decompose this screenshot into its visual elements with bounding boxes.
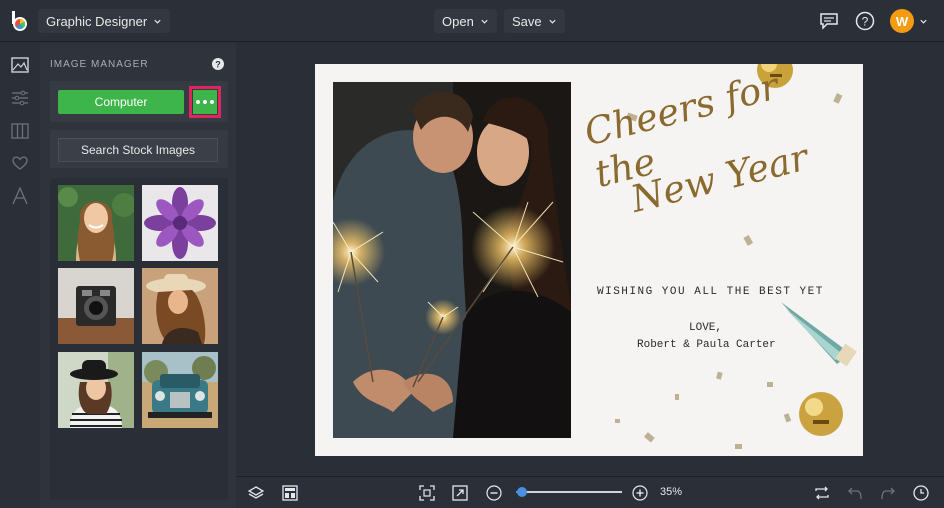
dot-icon — [196, 100, 200, 104]
save-menu-label: Save — [512, 13, 542, 29]
vintage-camera-photo — [58, 268, 134, 344]
rail-item-adjust[interactable] — [9, 87, 31, 109]
minus-circle-icon — [486, 485, 502, 501]
swap-icon — [815, 486, 829, 500]
subtitle-text[interactable]: WISHING YOU ALL THE BEST YET — [597, 286, 824, 298]
fit-to-screen-button[interactable] — [418, 484, 436, 502]
panel-title: IMAGE MANAGER — [50, 59, 149, 70]
thumbnail-woman-black-hat[interactable] — [58, 352, 134, 428]
text-icon — [12, 187, 28, 205]
layers-icon — [248, 486, 264, 499]
woman-in-hat-photo — [142, 268, 218, 344]
layout-template-button[interactable] — [281, 484, 299, 502]
redo-button[interactable] — [879, 484, 897, 502]
image-icon — [11, 57, 29, 73]
sliders-icon — [12, 90, 28, 106]
gold-bell-icon — [799, 392, 843, 436]
befunky-logo-icon[interactable] — [8, 9, 32, 33]
help-button[interactable]: ? — [853, 9, 877, 33]
design-canvas[interactable]: Cheers for the New Year WISHING YOU ALL … — [315, 64, 863, 456]
user-avatar[interactable]: W — [890, 9, 914, 33]
plus-circle-icon — [632, 485, 648, 501]
zoom-slider-track[interactable] — [516, 491, 622, 493]
thumbnail-woman-in-hat[interactable] — [142, 268, 218, 344]
layers-button[interactable] — [247, 484, 265, 502]
save-menu-button[interactable]: Save — [504, 9, 565, 33]
search-stock-images-button[interactable]: Search Stock Images — [58, 138, 218, 162]
rail-item-image-manager[interactable] — [9, 54, 31, 76]
love-text[interactable]: LOVE, — [689, 322, 722, 334]
smiling-woman-photo — [58, 185, 134, 261]
rail-item-text[interactable] — [9, 185, 31, 207]
tool-rail — [0, 43, 40, 508]
rail-item-graphics[interactable] — [9, 152, 31, 174]
vintage-truck-photo — [142, 352, 218, 428]
layout-icon — [11, 123, 29, 139]
svg-text:?: ? — [215, 60, 221, 70]
more-options-highlight — [189, 86, 221, 118]
project-menu-button[interactable]: Graphic Designer — [38, 9, 171, 33]
template-icon — [282, 485, 298, 501]
signature-text[interactable]: Robert & Paula Carter — [637, 339, 776, 351]
actual-size-button[interactable] — [451, 484, 469, 502]
computer-upload-button[interactable]: Computer — [58, 90, 184, 114]
project-menu-label: Graphic Designer — [46, 13, 148, 29]
history-button[interactable] — [912, 484, 930, 502]
zoom-in-button[interactable] — [631, 484, 649, 502]
thumbnail-vintage-camera[interactable] — [58, 268, 134, 344]
clock-icon — [913, 485, 929, 501]
fit-screen-icon — [419, 485, 435, 501]
woman-black-hat-photo — [58, 352, 134, 428]
undo-icon — [848, 487, 862, 500]
open-menu-label: Open — [442, 13, 474, 29]
thumbnail-grid — [50, 178, 228, 500]
svg-text:?: ? — [862, 15, 869, 29]
open-menu-button[interactable]: Open — [434, 9, 497, 33]
rail-item-layouts[interactable] — [9, 120, 31, 142]
chevron-down-icon[interactable] — [919, 17, 928, 26]
stock-card: Search Stock Images — [50, 130, 228, 168]
thumbnail-vintage-truck[interactable] — [142, 352, 218, 428]
chevron-down-icon — [548, 19, 556, 24]
more-options-button[interactable] — [193, 90, 217, 114]
zoom-level: 35% — [660, 486, 683, 498]
mini-tree-icon — [781, 302, 857, 367]
dot-icon — [203, 100, 207, 104]
purple-succulent-photo — [142, 185, 218, 261]
chevron-down-icon — [481, 19, 488, 24]
help-circle-icon: ? — [855, 11, 875, 31]
zoom-out-button[interactable] — [485, 484, 503, 502]
thumbnail-smiling-woman[interactable] — [58, 185, 134, 261]
upload-card: Computer — [50, 81, 228, 122]
dot-icon — [210, 100, 214, 104]
heart-icon — [12, 156, 28, 170]
undo-button[interactable] — [846, 484, 864, 502]
zoom-slider-handle[interactable] — [517, 487, 527, 497]
thumbnail-purple-succulent[interactable] — [142, 185, 218, 261]
chat-bubble-icon — [820, 13, 838, 30]
expand-icon — [452, 485, 468, 501]
image-manager-panel: IMAGE MANAGER ? Computer Search Stock Im… — [40, 43, 236, 508]
redo-icon — [881, 487, 895, 500]
chevron-down-icon — [154, 19, 161, 24]
comments-button[interactable] — [817, 9, 841, 33]
replace-button[interactable] — [813, 484, 831, 502]
top-bar: Graphic Designer Open Save ? W — [0, 0, 944, 42]
app-window: Graphic Designer Open Save ? W IMAGE MAN… — [0, 0, 944, 508]
help-icon[interactable]: ? — [212, 58, 224, 70]
